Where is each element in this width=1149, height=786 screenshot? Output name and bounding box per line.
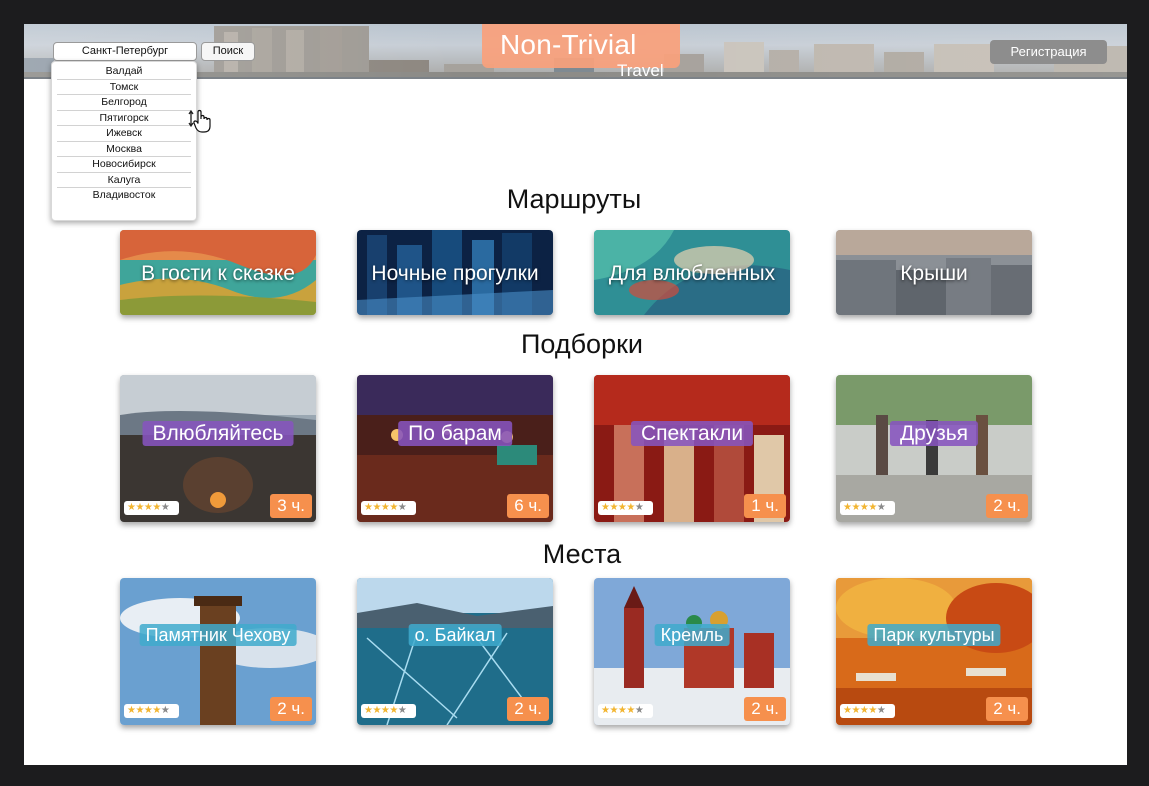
city-option[interactable]: Валдай [57, 64, 191, 80]
duration-badge: 2 ч. [270, 697, 312, 721]
rating-stars: ★★★★★ [124, 704, 179, 718]
search-button[interactable]: Поиск [201, 42, 255, 61]
place-label: о. Байкал [408, 624, 502, 646]
place-label: Парк культуры [867, 624, 1001, 646]
duration-badge: 2 ч. [986, 494, 1028, 518]
route-label: В гости к сказке [141, 262, 295, 285]
route-card[interactable]: В гости к сказке [120, 230, 316, 315]
city-dropdown-list: Валдай Томск Белгород Пятигорск Ижевск М… [51, 61, 197, 221]
city-option[interactable]: Москва [57, 142, 191, 157]
city-option[interactable]: Калуга [57, 173, 191, 188]
duration-badge: 2 ч. [507, 697, 549, 721]
place-label: Кремль [654, 624, 730, 646]
route-card[interactable]: Крыши [836, 230, 1032, 315]
route-label: Ночные прогулки [371, 262, 539, 285]
register-button[interactable]: Регистрация [990, 40, 1107, 64]
city-option[interactable]: Томск [57, 80, 191, 95]
places-title: Места [542, 539, 622, 569]
rating-stars: ★★★★★ [840, 704, 895, 718]
duration-badge: 3 ч. [270, 494, 312, 518]
place-card[interactable]: Памятник Чехову ★★★★★ 2 ч. [120, 578, 316, 725]
hand-cursor-icon [188, 109, 211, 133]
city-option[interactable]: Новосибирск [57, 157, 191, 173]
collection-card[interactable]: Спектакли ★★★★★ 1 ч. [594, 375, 790, 522]
duration-badge: 2 ч. [986, 697, 1028, 721]
duration-badge: 1 ч. [744, 494, 786, 518]
rating-stars: ★★★★★ [361, 501, 416, 515]
logo-subtitle: Travel [617, 61, 664, 79]
routes-title: Маршруты [506, 184, 642, 214]
rating-stars: ★★★★★ [598, 501, 653, 515]
route-card[interactable]: Для влюбленных [594, 230, 790, 315]
place-card[interactable]: Кремль ★★★★★ 2 ч. [594, 578, 790, 725]
rating-stars: ★★★★★ [361, 704, 416, 718]
collection-label: Влюбляйтесь [142, 421, 294, 446]
city-option[interactable]: Владивосток [57, 188, 191, 204]
logo-title: Non-Trivial [500, 29, 637, 60]
route-label: Крыши [900, 262, 968, 285]
collection-card[interactable]: По барам ★★★★★ 6 ч. [357, 375, 553, 522]
place-label: Памятник Чехову [139, 624, 297, 646]
city-option[interactable]: Ижевск [57, 126, 191, 142]
city-option[interactable]: Пятигорск [57, 111, 191, 126]
collection-label: Спектакли [630, 421, 754, 446]
collection-card[interactable]: Друзья ★★★★★ 2 ч. [836, 375, 1032, 522]
duration-badge: 6 ч. [507, 494, 549, 518]
rating-stars: ★★★★★ [840, 501, 895, 515]
place-card[interactable]: о. Байкал ★★★★★ 2 ч. [357, 578, 553, 725]
collection-label: Друзья [889, 421, 979, 446]
city-option[interactable]: Белгород [57, 95, 191, 111]
route-label: Для влюбленных [608, 262, 776, 285]
city-select[interactable]: Санкт-Петербург [53, 42, 197, 61]
collection-label: По барам [398, 421, 512, 446]
route-card[interactable]: Ночные прогулки [357, 230, 553, 315]
page: Санкт-Петербург Поиск Non-Trivial Travel… [24, 24, 1127, 765]
collection-card[interactable]: Влюбляйтесь ★★★★★ 3 ч. [120, 375, 316, 522]
collections-title: Подборки [521, 329, 643, 359]
rating-stars: ★★★★★ [598, 704, 653, 718]
rating-stars: ★★★★★ [124, 501, 179, 515]
place-card[interactable]: Парк культуры ★★★★★ 2 ч. [836, 578, 1032, 725]
duration-badge: 2 ч. [744, 697, 786, 721]
